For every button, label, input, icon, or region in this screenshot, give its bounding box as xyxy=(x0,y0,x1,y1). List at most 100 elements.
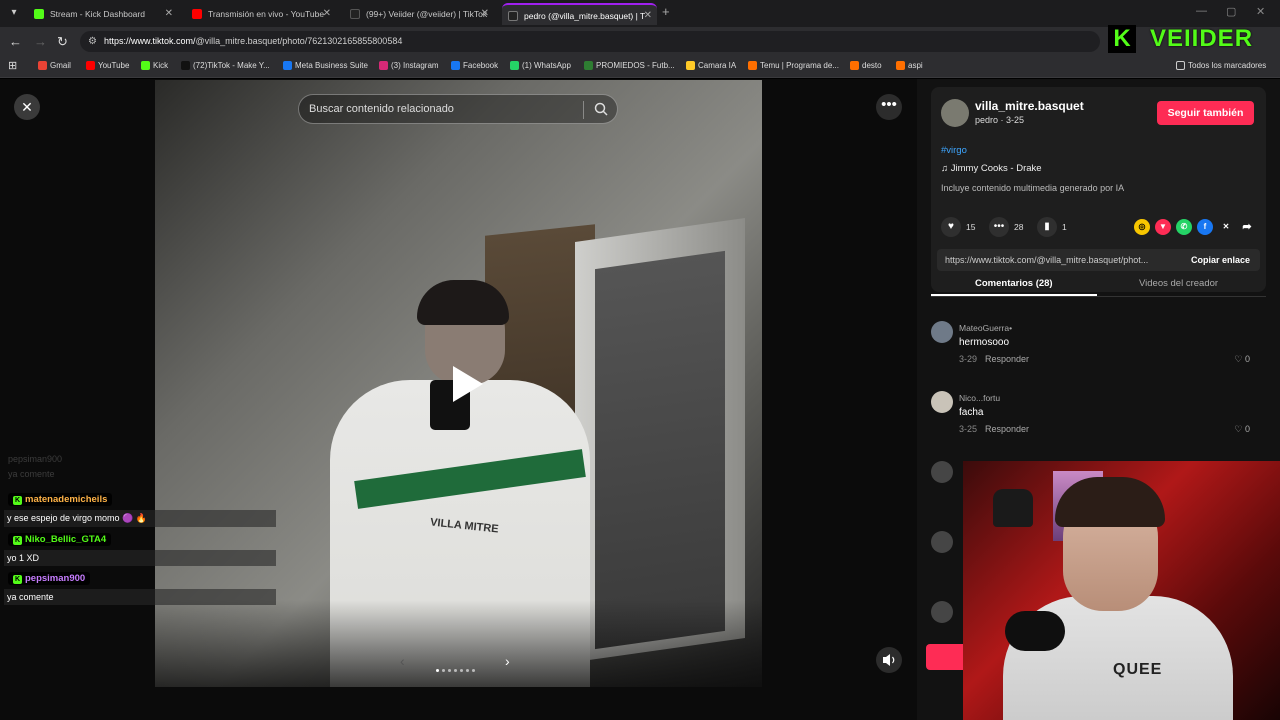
share-coin-icon[interactable]: ◎ xyxy=(1134,219,1150,235)
comment-like[interactable]: ♡ 0 xyxy=(1234,354,1250,365)
bookmark-favicon-icon xyxy=(379,61,388,70)
more-options-icon[interactable]: ••• xyxy=(876,94,902,120)
chat-text: y ese espejo de virgo momo 🟣 🔥 xyxy=(4,510,276,527)
carousel-dot[interactable] xyxy=(454,669,457,672)
carousel-dot[interactable] xyxy=(436,669,439,672)
next-photo-icon[interactable]: › xyxy=(505,653,510,669)
comment-avatar[interactable] xyxy=(931,391,953,413)
bookmark-item[interactable]: YouTube xyxy=(86,61,129,70)
bookmark-label: (3) Instagram xyxy=(391,61,439,70)
close-window-icon[interactable]: ✕ xyxy=(1256,5,1265,18)
back-icon[interactable]: ← xyxy=(9,34,22,49)
comment-user[interactable]: MateoGuerra• xyxy=(959,323,1012,333)
comment-avatar[interactable] xyxy=(931,531,953,553)
comment-avatar[interactable] xyxy=(931,461,953,483)
facebook-icon[interactable]: f xyxy=(1197,219,1213,235)
bookmark-label: aspi xyxy=(908,61,923,70)
whatsapp-icon[interactable]: ✆ xyxy=(1176,219,1192,235)
close-tab-icon[interactable]: ✕ xyxy=(165,3,173,25)
bookmark-item[interactable]: desto xyxy=(850,61,882,70)
post-link-row: https://www.tiktok.com/@villa_mitre.basq… xyxy=(937,249,1260,271)
prev-photo-icon[interactable]: ‹ xyxy=(400,653,405,669)
bookmark-item[interactable]: Gmail xyxy=(38,61,71,70)
bookmark-item[interactable]: (3) Instagram xyxy=(379,61,439,70)
bookmark-item[interactable]: (1) WhatsApp xyxy=(510,61,571,70)
all-bookmarks-folder[interactable]: Todos los marcadores xyxy=(1176,61,1266,70)
volume-button[interactable] xyxy=(876,647,902,673)
apps-grid-icon[interactable]: ⊞ xyxy=(8,59,17,72)
heart-icon: ♥ xyxy=(941,217,961,237)
save-count: 1 xyxy=(1062,222,1067,232)
bookmark-item[interactable]: PROMIEDOS - Futb... xyxy=(584,61,675,70)
bookmark-item[interactable]: Kick xyxy=(141,61,168,70)
bookmark-item[interactable]: aspi xyxy=(896,61,923,70)
bookmark-item[interactable]: (72)TikTok - Make Y... xyxy=(181,61,270,70)
carousel-dot[interactable] xyxy=(460,669,463,672)
follow-button[interactable]: Seguir también xyxy=(1157,101,1254,125)
browser-tab[interactable]: Transmisión en vivo - YouTube ✕ xyxy=(186,3,336,25)
comment-text: facha xyxy=(959,407,984,418)
carousel-dot[interactable] xyxy=(442,669,445,672)
x-icon[interactable]: ✕ xyxy=(1218,219,1234,235)
bookmark-favicon-icon xyxy=(748,61,757,70)
url-path: @villa_mitre.basquet/photo/7621302165855… xyxy=(195,36,403,46)
bookmark-item[interactable]: Temu | Programa de... xyxy=(748,61,839,70)
active-tab-indicator xyxy=(931,294,1097,296)
browser-tab[interactable]: Stream - Kick Dashboard ✕ xyxy=(28,3,178,25)
reply-button[interactable]: Responder xyxy=(985,354,1029,364)
tab-creator-videos[interactable]: Videos del creador xyxy=(1139,278,1218,289)
comment-user[interactable]: Nico...fortu xyxy=(959,393,1000,403)
comment-count: 28 xyxy=(1014,222,1024,232)
url-text: https://www.tiktok.com/@villa_mitre.basq… xyxy=(104,36,402,46)
play-icon xyxy=(453,366,483,402)
related-search-input[interactable]: Buscar contenido relacionado xyxy=(298,94,618,124)
play-button[interactable] xyxy=(443,362,487,406)
post-link-text[interactable]: https://www.tiktok.com/@villa_mitre.basq… xyxy=(945,255,1148,265)
minimize-icon[interactable]: — xyxy=(1196,5,1207,17)
url-field[interactable]: ⚙ https://www.tiktok.com/@villa_mitre.ba… xyxy=(80,31,1100,52)
carousel-dot[interactable] xyxy=(472,669,475,672)
browser-tab[interactable]: (99+) Veiider (@veiider) | TikTok ✕ xyxy=(344,3,494,25)
forward-icon[interactable]: → xyxy=(34,34,47,49)
bookmark-item[interactable]: Camara IA xyxy=(686,61,736,70)
bookmark-item[interactable]: Meta Business Suite xyxy=(283,61,368,70)
photo-hanging-cloth xyxy=(595,250,725,650)
carousel-dot[interactable] xyxy=(466,669,469,672)
author-avatar[interactable] xyxy=(941,99,969,127)
close-tab-icon[interactable]: ✕ xyxy=(323,3,331,25)
search-icon[interactable] xyxy=(593,101,609,117)
copy-link-button[interactable]: Copiar enlace xyxy=(1191,255,1250,265)
author-card: villa_mitre.basquet pedro · 3-25 Seguir … xyxy=(931,87,1266,292)
close-viewer-button[interactable]: ✕ xyxy=(14,94,40,120)
reload-icon[interactable]: ↻ xyxy=(57,34,68,50)
carousel-dot[interactable] xyxy=(448,669,451,672)
comment-avatar[interactable] xyxy=(931,601,953,623)
tab-search-icon[interactable]: ▾ xyxy=(4,4,24,22)
music-link[interactable]: ♫ Jimmy Cooks - Drake xyxy=(941,163,1042,174)
comment-submit-button[interactable] xyxy=(926,644,966,670)
kick-favicon-icon xyxy=(34,9,44,19)
bookmark-favicon-icon xyxy=(86,61,95,70)
new-tab-icon[interactable]: + xyxy=(662,4,670,19)
bookmark-icon: ▮ xyxy=(1037,217,1057,237)
close-tab-icon[interactable]: ✕ xyxy=(481,3,489,25)
comment-icon: ••• xyxy=(989,217,1009,237)
bookmark-item[interactable]: Facebook xyxy=(451,61,498,70)
author-handle[interactable]: villa_mitre.basquet xyxy=(975,99,1084,113)
comment-like[interactable]: ♡ 0 xyxy=(1234,424,1250,435)
kick-badge-icon: K xyxy=(13,575,22,584)
tab-comments[interactable]: Comentarios (28) xyxy=(975,278,1053,289)
close-tab-icon[interactable]: ✕ xyxy=(644,5,652,25)
share-send-icon[interactable]: ▼ xyxy=(1155,219,1171,235)
all-bookmarks-label: Todos los marcadores xyxy=(1188,61,1267,70)
bookmark-favicon-icon xyxy=(283,61,292,70)
browser-tab-active[interactable]: pedro (@villa_mitre.basquet) | T ✕ xyxy=(502,3,657,25)
address-bar-row: ← → ↻ ⚙ https://www.tiktok.com/@villa_mi… xyxy=(0,27,1280,56)
maximize-icon[interactable]: ▢ xyxy=(1226,5,1236,18)
comment-meta: 3-25 Responder xyxy=(959,424,1029,434)
hashtag-link[interactable]: #virgo xyxy=(941,145,967,156)
comment-avatar[interactable] xyxy=(931,321,953,343)
reply-button[interactable]: Responder xyxy=(985,424,1029,434)
site-info-icon[interactable]: ⚙ xyxy=(88,36,97,47)
share-arrow-icon[interactable]: ➦ xyxy=(1239,219,1255,235)
